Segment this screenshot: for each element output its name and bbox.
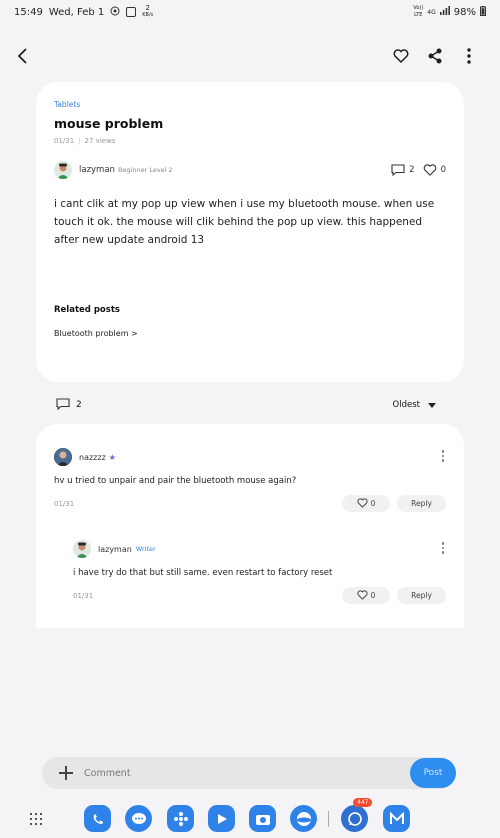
author-level: Beginner Level 2 (117, 166, 173, 174)
star-icon: ★ (108, 452, 116, 462)
status-time: 15:49 (14, 6, 43, 18)
post-category[interactable]: Tablets (54, 100, 446, 109)
favorite-heart-icon[interactable] (392, 46, 410, 66)
post-counts: 2 0 (391, 164, 446, 176)
comment-like-count: 0 (370, 499, 376, 508)
app-drawer-icon[interactable] (30, 813, 42, 825)
comment-input-bar: Post (42, 757, 456, 789)
dock-divider (328, 811, 329, 827)
galaxy-store-app-icon[interactable] (208, 805, 235, 832)
sort-label: Oldest (392, 400, 420, 410)
lte-label: LTE (414, 12, 423, 18)
more-options-icon[interactable] (460, 46, 478, 66)
author-row: lazyman Beginner Level 2 2 0 (54, 161, 446, 179)
signal-icon (439, 6, 450, 18)
reply-comment-item: lazyman Writer i have try do that but st… (73, 540, 446, 610)
notification-badge: 447 (353, 798, 373, 807)
comment-like-button[interactable]: 0 (342, 495, 390, 512)
comment-text: hv u tried to unpair and pair the blueto… (54, 476, 297, 486)
post-body: i cant clik at my pop up view when i use… (54, 198, 435, 246)
post-meta: 01/31 | 27 views (54, 137, 446, 145)
status-date: Wed, Feb 1 (48, 6, 105, 18)
battery-percent: 98% (453, 6, 476, 18)
post-card: Tablets mouse problem 01/31 | 27 views l… (36, 82, 464, 382)
post-comment-count: 2 (409, 165, 415, 175)
commenter-avatar[interactable] (54, 448, 72, 466)
comment-more-options-icon[interactable] (440, 542, 446, 554)
post-title: mouse problem (54, 116, 164, 131)
volte-label: Vo)) (413, 5, 424, 11)
comment-text: i have try do that but still same. even … (73, 568, 333, 578)
comment-like-button[interactable]: 0 (342, 587, 390, 604)
internet-browser-app-icon[interactable] (290, 805, 317, 832)
camera-app-icon[interactable] (249, 805, 276, 832)
whatsapp-app-icon[interactable]: 447 (341, 798, 373, 832)
battery-icon (480, 5, 486, 19)
related-post-link[interactable]: Bluetooth problem > (54, 329, 446, 338)
post-views: 27 views (84, 137, 116, 145)
comment-icon (391, 164, 405, 176)
commenter-name[interactable]: lazyman (98, 545, 132, 554)
whatsapp-status-icon (110, 6, 120, 19)
like-heart-icon (357, 497, 368, 510)
comments-icon (56, 397, 70, 413)
reply-button[interactable]: Reply (397, 587, 446, 604)
meta-divider: | (78, 137, 81, 145)
status-bar: 15:49 Wed, Feb 1 2 KB/s Vo)) LTE 4G 98% (0, 0, 500, 24)
comment-more-options-icon[interactable] (440, 450, 446, 462)
messages-app-icon[interactable] (125, 805, 152, 832)
phone-app-icon[interactable] (84, 805, 111, 832)
post-date: 01/31 (54, 137, 75, 145)
back-arrow-icon[interactable] (16, 46, 36, 68)
reply-button[interactable]: Reply (397, 495, 446, 512)
writer-badge: Writer (135, 545, 156, 553)
app-dock: 447 (0, 798, 500, 833)
comment-date: 01/31 (73, 592, 94, 600)
like-heart-icon[interactable] (423, 164, 437, 176)
sort-dropdown[interactable]: Oldest (393, 400, 436, 410)
comment-input[interactable] (84, 767, 384, 779)
net-speed-value: 2 (145, 4, 150, 12)
author-avatar[interactable] (54, 161, 72, 179)
commenter-avatar[interactable] (73, 540, 91, 558)
share-icon[interactable] (426, 46, 444, 66)
comment-item: nazzzz ★ hv u tried to unpair and pair t… (54, 448, 446, 518)
like-heart-icon (357, 589, 368, 602)
comments-summary-bar: 2 Oldest (56, 396, 436, 414)
comments-card: nazzzz ★ hv u tried to unpair and pair t… (36, 424, 464, 628)
post-like-count: 0 (440, 165, 446, 175)
dropdown-arrow-icon (428, 402, 436, 408)
comment-like-count: 0 (370, 591, 376, 600)
add-attachment-icon[interactable] (58, 765, 74, 781)
post-button[interactable]: Post (410, 758, 456, 788)
network-label: 4G (427, 8, 436, 16)
email-app-icon[interactable] (383, 805, 410, 832)
net-speed-unit: KB/s (142, 12, 154, 18)
commenter-name[interactable]: nazzzz (79, 453, 106, 462)
comment-date: 01/31 (54, 500, 75, 508)
comments-count: 2 (76, 400, 82, 410)
bixby-app-icon[interactable] (167, 805, 194, 832)
author-name[interactable]: lazyman (79, 165, 115, 175)
related-posts-heading: Related posts (54, 305, 120, 315)
gallery-status-icon (126, 7, 137, 17)
top-app-bar (0, 40, 500, 74)
